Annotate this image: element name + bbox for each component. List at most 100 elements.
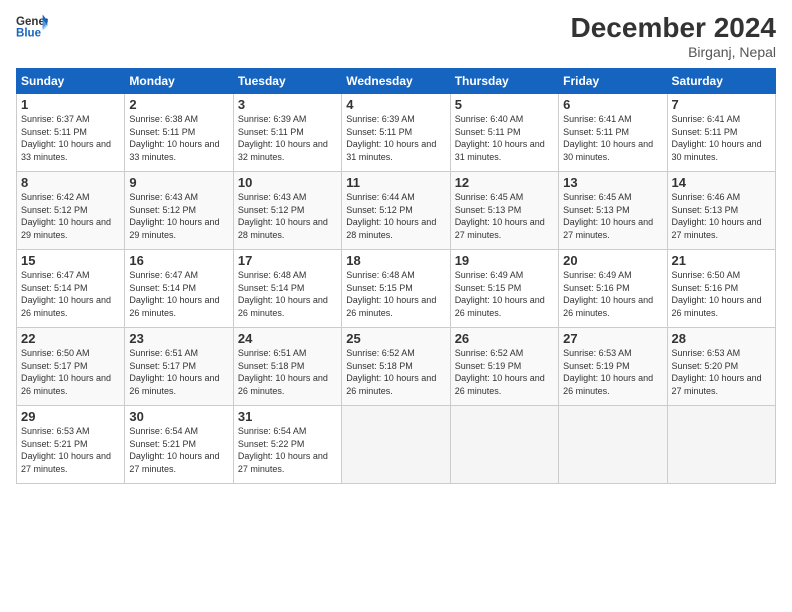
- table-row: 26 Sunrise: 6:52 AM Sunset: 5:19 PM Dayl…: [450, 328, 558, 406]
- day-info: Sunrise: 6:43 AM Sunset: 5:12 PM Dayligh…: [129, 191, 228, 241]
- day-number: 12: [455, 175, 554, 190]
- day-number: 22: [21, 331, 120, 346]
- day-info: Sunrise: 6:49 AM Sunset: 5:16 PM Dayligh…: [563, 269, 662, 319]
- day-number: 5: [455, 97, 554, 112]
- day-info: Sunrise: 6:48 AM Sunset: 5:15 PM Dayligh…: [346, 269, 445, 319]
- table-row: 18 Sunrise: 6:48 AM Sunset: 5:15 PM Dayl…: [342, 250, 450, 328]
- day-number: 4: [346, 97, 445, 112]
- day-number: 31: [238, 409, 337, 424]
- col-wednesday: Wednesday: [342, 69, 450, 94]
- day-number: 8: [21, 175, 120, 190]
- table-row: 14 Sunrise: 6:46 AM Sunset: 5:13 PM Dayl…: [667, 172, 775, 250]
- table-row: 12 Sunrise: 6:45 AM Sunset: 5:13 PM Dayl…: [450, 172, 558, 250]
- day-info: Sunrise: 6:47 AM Sunset: 5:14 PM Dayligh…: [21, 269, 120, 319]
- day-info: Sunrise: 6:54 AM Sunset: 5:21 PM Dayligh…: [129, 425, 228, 475]
- table-row: 19 Sunrise: 6:49 AM Sunset: 5:15 PM Dayl…: [450, 250, 558, 328]
- table-row: 22 Sunrise: 6:50 AM Sunset: 5:17 PM Dayl…: [17, 328, 125, 406]
- table-row: 8 Sunrise: 6:42 AM Sunset: 5:12 PM Dayli…: [17, 172, 125, 250]
- day-number: 10: [238, 175, 337, 190]
- table-row: [559, 406, 667, 484]
- logo-icon: General Blue: [16, 12, 48, 40]
- table-row: 9 Sunrise: 6:43 AM Sunset: 5:12 PM Dayli…: [125, 172, 233, 250]
- table-row: 29 Sunrise: 6:53 AM Sunset: 5:21 PM Dayl…: [17, 406, 125, 484]
- table-row: 17 Sunrise: 6:48 AM Sunset: 5:14 PM Dayl…: [233, 250, 341, 328]
- table-row: 28 Sunrise: 6:53 AM Sunset: 5:20 PM Dayl…: [667, 328, 775, 406]
- day-number: 27: [563, 331, 662, 346]
- day-info: Sunrise: 6:49 AM Sunset: 5:15 PM Dayligh…: [455, 269, 554, 319]
- day-info: Sunrise: 6:54 AM Sunset: 5:22 PM Dayligh…: [238, 425, 337, 475]
- table-row: 10 Sunrise: 6:43 AM Sunset: 5:12 PM Dayl…: [233, 172, 341, 250]
- col-sunday: Sunday: [17, 69, 125, 94]
- header: General Blue December 2024 Birganj, Nepa…: [16, 12, 776, 60]
- day-number: 26: [455, 331, 554, 346]
- day-info: Sunrise: 6:50 AM Sunset: 5:16 PM Dayligh…: [672, 269, 771, 319]
- calendar-week: 1 Sunrise: 6:37 AM Sunset: 5:11 PM Dayli…: [17, 94, 776, 172]
- page-container: General Blue December 2024 Birganj, Nepa…: [0, 0, 792, 492]
- table-row: 5 Sunrise: 6:40 AM Sunset: 5:11 PM Dayli…: [450, 94, 558, 172]
- table-row: 21 Sunrise: 6:50 AM Sunset: 5:16 PM Dayl…: [667, 250, 775, 328]
- calendar-week: 29 Sunrise: 6:53 AM Sunset: 5:21 PM Dayl…: [17, 406, 776, 484]
- month-title: December 2024: [571, 12, 776, 44]
- day-info: Sunrise: 6:51 AM Sunset: 5:17 PM Dayligh…: [129, 347, 228, 397]
- day-number: 15: [21, 253, 120, 268]
- col-monday: Monday: [125, 69, 233, 94]
- day-info: Sunrise: 6:42 AM Sunset: 5:12 PM Dayligh…: [21, 191, 120, 241]
- location: Birganj, Nepal: [571, 44, 776, 60]
- table-row: 23 Sunrise: 6:51 AM Sunset: 5:17 PM Dayl…: [125, 328, 233, 406]
- day-info: Sunrise: 6:45 AM Sunset: 5:13 PM Dayligh…: [455, 191, 554, 241]
- day-info: Sunrise: 6:53 AM Sunset: 5:19 PM Dayligh…: [563, 347, 662, 397]
- day-info: Sunrise: 6:40 AM Sunset: 5:11 PM Dayligh…: [455, 113, 554, 163]
- day-info: Sunrise: 6:38 AM Sunset: 5:11 PM Dayligh…: [129, 113, 228, 163]
- day-info: Sunrise: 6:46 AM Sunset: 5:13 PM Dayligh…: [672, 191, 771, 241]
- day-info: Sunrise: 6:41 AM Sunset: 5:11 PM Dayligh…: [672, 113, 771, 163]
- day-number: 13: [563, 175, 662, 190]
- day-number: 24: [238, 331, 337, 346]
- day-info: Sunrise: 6:39 AM Sunset: 5:11 PM Dayligh…: [238, 113, 337, 163]
- day-info: Sunrise: 6:47 AM Sunset: 5:14 PM Dayligh…: [129, 269, 228, 319]
- day-info: Sunrise: 6:45 AM Sunset: 5:13 PM Dayligh…: [563, 191, 662, 241]
- day-info: Sunrise: 6:53 AM Sunset: 5:21 PM Dayligh…: [21, 425, 120, 475]
- day-number: 6: [563, 97, 662, 112]
- day-number: 30: [129, 409, 228, 424]
- table-row: 25 Sunrise: 6:52 AM Sunset: 5:18 PM Dayl…: [342, 328, 450, 406]
- svg-text:Blue: Blue: [16, 28, 42, 40]
- table-row: 2 Sunrise: 6:38 AM Sunset: 5:11 PM Dayli…: [125, 94, 233, 172]
- day-info: Sunrise: 6:50 AM Sunset: 5:17 PM Dayligh…: [21, 347, 120, 397]
- day-info: Sunrise: 6:52 AM Sunset: 5:19 PM Dayligh…: [455, 347, 554, 397]
- day-number: 20: [563, 253, 662, 268]
- col-thursday: Thursday: [450, 69, 558, 94]
- day-number: 25: [346, 331, 445, 346]
- day-info: Sunrise: 6:41 AM Sunset: 5:11 PM Dayligh…: [563, 113, 662, 163]
- table-row: [667, 406, 775, 484]
- table-row: 15 Sunrise: 6:47 AM Sunset: 5:14 PM Dayl…: [17, 250, 125, 328]
- table-row: [450, 406, 558, 484]
- col-saturday: Saturday: [667, 69, 775, 94]
- table-row: 7 Sunrise: 6:41 AM Sunset: 5:11 PM Dayli…: [667, 94, 775, 172]
- day-info: Sunrise: 6:48 AM Sunset: 5:14 PM Dayligh…: [238, 269, 337, 319]
- day-info: Sunrise: 6:43 AM Sunset: 5:12 PM Dayligh…: [238, 191, 337, 241]
- title-block: December 2024 Birganj, Nepal: [571, 12, 776, 60]
- day-info: Sunrise: 6:44 AM Sunset: 5:12 PM Dayligh…: [346, 191, 445, 241]
- col-tuesday: Tuesday: [233, 69, 341, 94]
- table-row: 30 Sunrise: 6:54 AM Sunset: 5:21 PM Dayl…: [125, 406, 233, 484]
- table-row: 31 Sunrise: 6:54 AM Sunset: 5:22 PM Dayl…: [233, 406, 341, 484]
- table-row: 1 Sunrise: 6:37 AM Sunset: 5:11 PM Dayli…: [17, 94, 125, 172]
- day-number: 2: [129, 97, 228, 112]
- table-row: 6 Sunrise: 6:41 AM Sunset: 5:11 PM Dayli…: [559, 94, 667, 172]
- calendar-week: 15 Sunrise: 6:47 AM Sunset: 5:14 PM Dayl…: [17, 250, 776, 328]
- day-info: Sunrise: 6:37 AM Sunset: 5:11 PM Dayligh…: [21, 113, 120, 163]
- day-number: 9: [129, 175, 228, 190]
- day-number: 18: [346, 253, 445, 268]
- day-number: 19: [455, 253, 554, 268]
- header-row: Sunday Monday Tuesday Wednesday Thursday…: [17, 69, 776, 94]
- day-number: 21: [672, 253, 771, 268]
- day-number: 23: [129, 331, 228, 346]
- table-row: 13 Sunrise: 6:45 AM Sunset: 5:13 PM Dayl…: [559, 172, 667, 250]
- day-number: 28: [672, 331, 771, 346]
- day-info: Sunrise: 6:53 AM Sunset: 5:20 PM Dayligh…: [672, 347, 771, 397]
- calendar-week: 22 Sunrise: 6:50 AM Sunset: 5:17 PM Dayl…: [17, 328, 776, 406]
- day-number: 3: [238, 97, 337, 112]
- day-number: 29: [21, 409, 120, 424]
- calendar-week: 8 Sunrise: 6:42 AM Sunset: 5:12 PM Dayli…: [17, 172, 776, 250]
- table-row: 11 Sunrise: 6:44 AM Sunset: 5:12 PM Dayl…: [342, 172, 450, 250]
